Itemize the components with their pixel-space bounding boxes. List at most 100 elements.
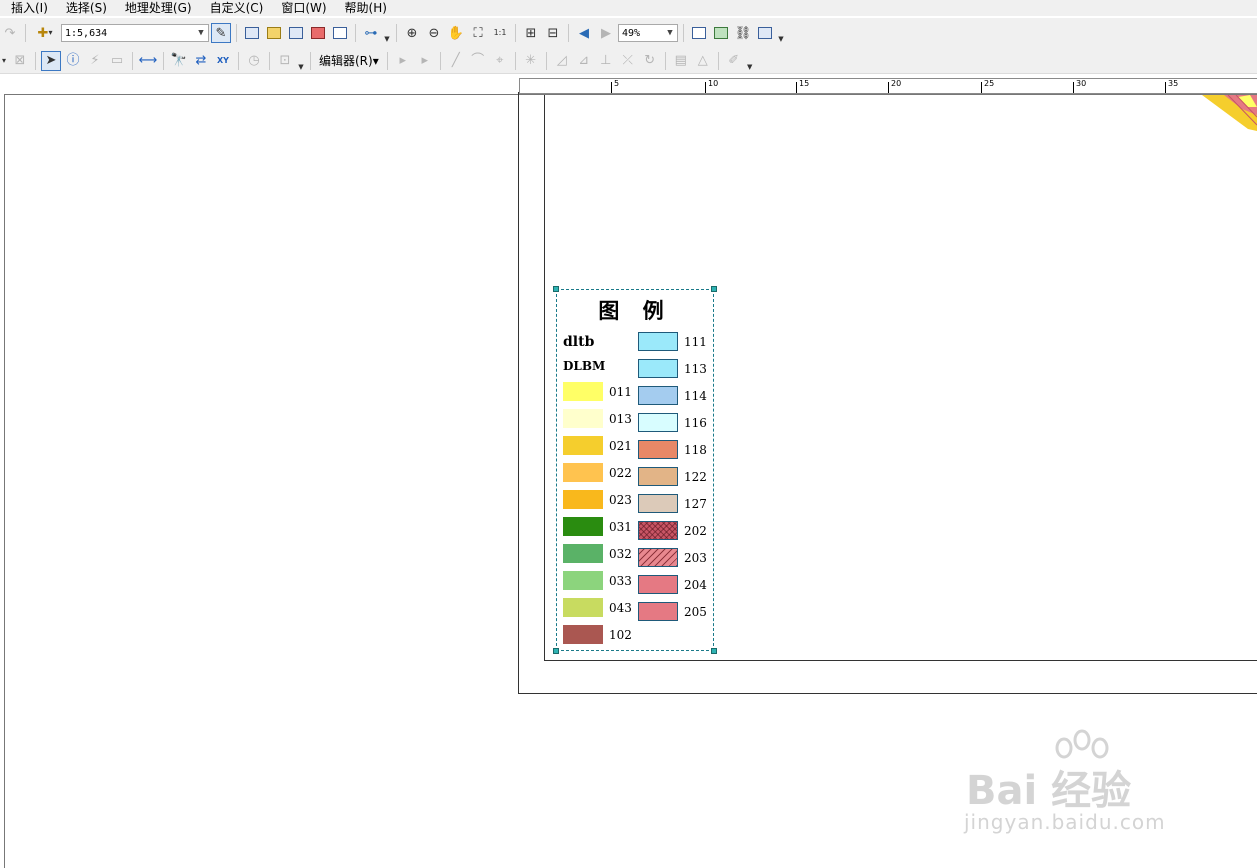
legend-swatch [638, 548, 678, 567]
arctoolbox-icon[interactable] [308, 23, 328, 43]
find-route-icon[interactable]: ⇄ [191, 51, 211, 71]
redo-icon[interactable]: ↷ [0, 23, 20, 43]
legend-swatch [638, 575, 678, 594]
map-scale-value: 1:5,634 [65, 27, 108, 39]
clear-selection-icon[interactable]: ⊠ [10, 51, 30, 71]
legend-layer-name: dltb [563, 334, 595, 350]
baidu-watermark: Bai 经验 jingyan.baidu.com [962, 728, 1192, 843]
zoom-whole-page-icon[interactable]: ⛶ [468, 23, 488, 43]
legend-item-114: 114 [638, 386, 707, 405]
toggle-draft-mode-icon[interactable] [689, 23, 709, 43]
menu-customize[interactable]: 自定义(C) [200, 0, 272, 16]
menu-help[interactable]: 帮助(H) [335, 0, 395, 16]
selection-handle[interactable] [553, 648, 559, 654]
edit-vertices-icon[interactable]: ✳ [521, 51, 541, 71]
hyperlink-icon[interactable]: ⚡ [85, 51, 105, 71]
fixed-zoom-out-icon[interactable]: ⊟ [543, 23, 563, 43]
toolbar-overflow-icon[interactable]: ▼ [383, 23, 391, 43]
legend-label: 122 [684, 469, 707, 484]
map-features-fragment [1198, 95, 1257, 135]
legend-item-043: 043 [563, 598, 632, 617]
python-window-icon[interactable] [330, 23, 350, 43]
catalog-icon[interactable] [264, 23, 284, 43]
legend-swatch [638, 602, 678, 621]
find-binoculars-icon[interactable]: 🔭 [169, 51, 189, 71]
toolbar-separator [269, 51, 270, 70]
legend-label: 022 [609, 465, 632, 480]
legend-item-116: 116 [638, 413, 707, 432]
selection-handle[interactable] [553, 286, 559, 292]
zoom-percent-combo[interactable]: 49% ▼ [618, 24, 678, 42]
editor-toolbar-icon[interactable]: ✎ [211, 23, 231, 43]
chevron-down-icon[interactable]: ▼ [663, 28, 677, 38]
edit-tool-icon[interactable]: ▸ [393, 51, 413, 71]
fixed-zoom-in-icon[interactable]: ⊞ [521, 23, 541, 43]
select-elements-icon[interactable]: ➤ [41, 50, 61, 71]
change-layout-icon[interactable]: ⛓ [733, 23, 753, 43]
toolbar-separator [683, 24, 684, 42]
sketch-properties-icon[interactable]: △ [693, 51, 713, 71]
toolbar-separator [386, 51, 388, 70]
legend-label: 032 [609, 546, 632, 561]
pan-page-icon[interactable]: ✋ [446, 23, 466, 43]
search-window-icon[interactable] [286, 23, 306, 43]
toolbar-separator [355, 24, 356, 42]
selection-handle[interactable] [711, 286, 717, 292]
toolbar-overflow-icon[interactable]: ▼ [777, 23, 785, 43]
cut-polygons-icon[interactable]: ⊿ [574, 51, 594, 71]
dropdown-arrow-icon[interactable]: ▾ [0, 51, 8, 71]
map-legend[interactable]: 图 例 dltb DLBM 011 013 021 022 023 031 032 033 04… [556, 289, 714, 651]
ruler-tick-label: 10 [708, 79, 719, 88]
split-tool-icon[interactable]: ⊥ [596, 51, 616, 71]
measure-icon[interactable]: ⟷ [138, 51, 158, 71]
create-viewer-icon[interactable]: ⊡ [275, 51, 295, 71]
model-builder-icon[interactable]: ⊶ [361, 23, 381, 43]
create-features-icon[interactable]: ✐ [724, 51, 744, 71]
toolbar-overflow-icon[interactable]: ▼ [746, 51, 754, 71]
legend-label: 204 [684, 577, 707, 592]
legend-item-202: 202 [638, 521, 707, 540]
reshape-feature-icon[interactable]: ◿ [552, 51, 572, 71]
zoom-out-page-icon[interactable]: ⊖ [424, 23, 444, 43]
zoom-in-page-icon[interactable]: ⊕ [402, 23, 422, 43]
focus-data-frame-icon[interactable] [711, 23, 731, 43]
rotate-arrow-icon[interactable]: ↻ [640, 51, 660, 71]
ruler-tick-label: 35 [1168, 79, 1179, 88]
attributes-icon[interactable]: ▤ [671, 51, 691, 71]
back-extent-icon[interactable]: ◀ [574, 23, 594, 43]
toolbar-separator [236, 24, 237, 42]
legend-item-205: 205 [638, 602, 707, 621]
menu-window[interactable]: 窗口(W) [271, 0, 334, 16]
data-driven-pages-icon[interactable] [755, 23, 775, 43]
toolbar-overflow-icon[interactable]: ▼ [297, 51, 305, 71]
identify-icon[interactable]: ⓘ [63, 51, 83, 71]
add-data-icon[interactable]: ✚ ▾ [31, 23, 59, 43]
legend-field-name: DLBM [563, 359, 606, 373]
menu-insert[interactable]: 插入(I) [0, 0, 56, 16]
arc-segment-icon[interactable]: ⌒ [468, 51, 488, 71]
editor-menu-button[interactable]: 编辑器(R)▾ [316, 52, 382, 69]
forward-extent-icon[interactable]: ▶ [596, 23, 616, 43]
rotate-tool-icon[interactable]: ⤫ [618, 51, 638, 71]
legend-label: 203 [684, 550, 707, 565]
toolbar-separator [25, 24, 26, 42]
selection-handle[interactable] [711, 648, 717, 654]
map-scale-combo[interactable]: 1:5,634 ▼ [61, 24, 209, 42]
zoom-100-icon[interactable]: 1:1 [490, 23, 510, 43]
legend-swatch [563, 625, 603, 644]
menu-geoprocessing[interactable]: 地理处理(G) [115, 0, 200, 16]
html-popup-icon[interactable]: ▭ [107, 51, 127, 71]
legend-swatch [638, 359, 678, 378]
straight-segment-icon[interactable]: ╱ [446, 51, 466, 71]
watermark-url: jingyan.baidu.com [964, 810, 1166, 834]
menu-selection[interactable]: 选择(S) [56, 0, 115, 16]
table-of-contents-icon[interactable] [242, 23, 262, 43]
chevron-down-icon[interactable]: ▼ [194, 28, 208, 38]
toolbar-separator [568, 24, 569, 42]
trace-icon[interactable]: ⌖ [490, 51, 510, 71]
ruler-tick-label: 20 [891, 79, 902, 88]
time-slider-icon[interactable]: ◷ [244, 51, 264, 71]
go-to-xy-icon[interactable]: XY [213, 51, 233, 71]
zoom-percent-value: 49% [622, 27, 641, 39]
edit-annotation-icon[interactable]: ▸ [415, 51, 435, 71]
